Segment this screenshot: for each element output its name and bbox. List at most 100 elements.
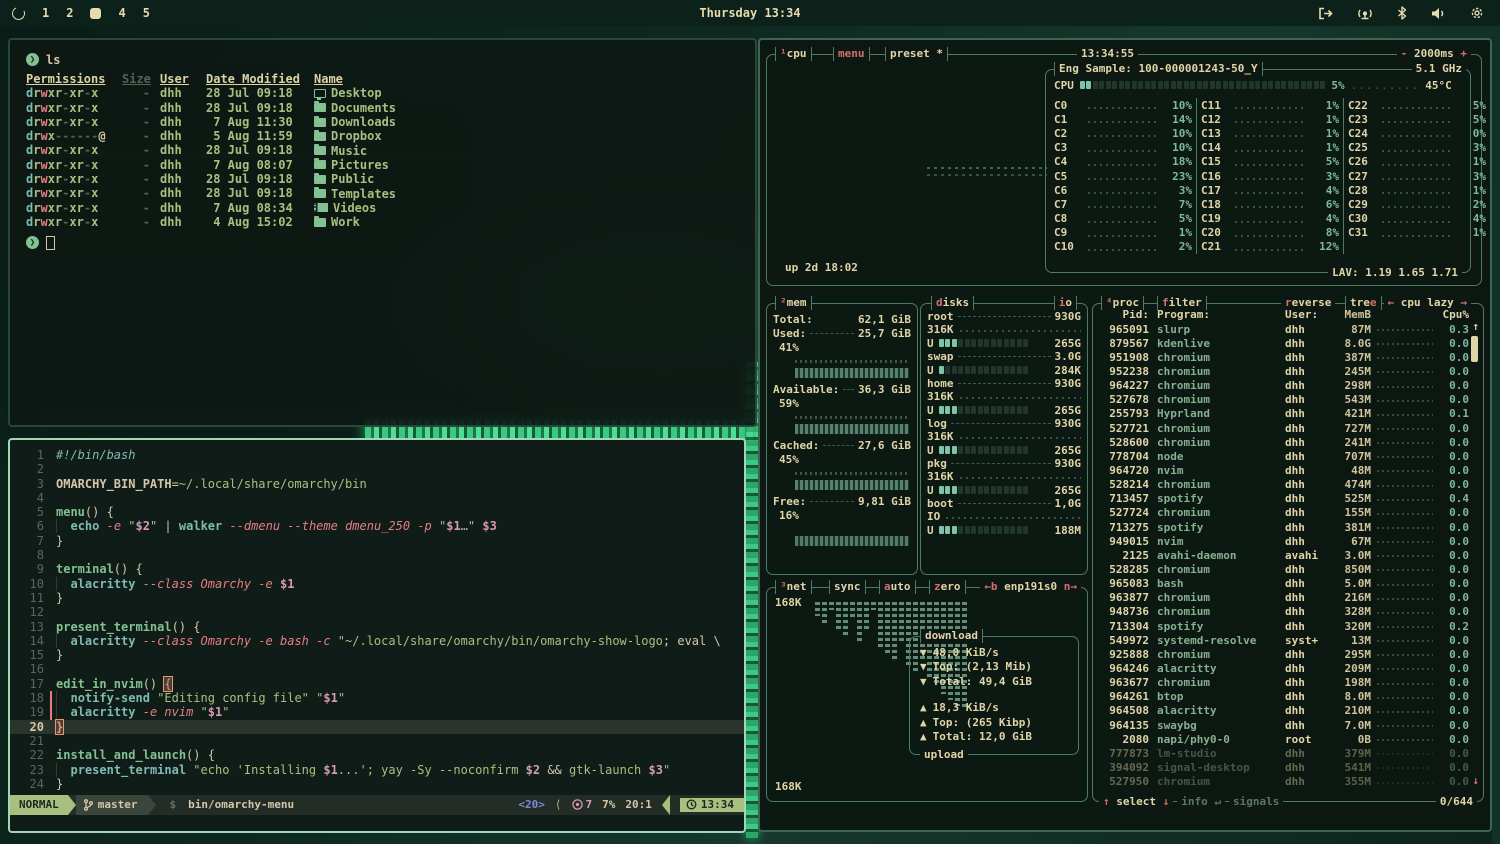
process-row[interactable]: 527678chromiumdhh543M0.0 bbox=[1101, 393, 1479, 407]
broadcast-icon[interactable] bbox=[1357, 7, 1373, 20]
process-row[interactable]: 949015nvimdhh67M0.0 bbox=[1101, 534, 1479, 548]
code-line[interactable]: 7} bbox=[10, 534, 744, 548]
process-row[interactable]: 713457spotifydhh525M0.4 bbox=[1101, 492, 1479, 506]
code-line[interactable]: 5menu() { bbox=[10, 505, 744, 519]
process-row[interactable]: 528285chromiumdhh850M0.0 bbox=[1101, 562, 1479, 576]
workspace-3-active[interactable] bbox=[90, 8, 101, 19]
code-line[interactable]: 17edit_in_nvim() { bbox=[10, 677, 744, 691]
proc-tree-button[interactable]: tree bbox=[1345, 296, 1382, 310]
gear-icon[interactable] bbox=[1470, 6, 1484, 20]
process-row[interactable]: 963877chromiumdhh216M0.0 bbox=[1101, 591, 1479, 605]
process-row[interactable]: 2125avahi-daemonavahi3.0M0.0 bbox=[1101, 548, 1479, 562]
proc-scrollbar[interactable] bbox=[1471, 336, 1478, 362]
process-row[interactable]: 964261btopdhh8.0M0.0 bbox=[1101, 690, 1479, 704]
process-row[interactable]: 2080napi/phy0-0root0B0.0 bbox=[1101, 732, 1479, 746]
process-row[interactable]: 964720nvimdhh48M0.0 bbox=[1101, 463, 1479, 477]
process-row[interactable]: 965083bashdhh5.0M0.0 bbox=[1101, 577, 1479, 591]
process-row[interactable]: 255793Hyprlanddhh421M0.1 bbox=[1101, 407, 1479, 421]
process-row[interactable]: 713304spotifydhh320M0.2 bbox=[1101, 619, 1479, 633]
code-buffer[interactable]: 1#!/bin/bash23OMARCHY_BIN_PATH=~/.local/… bbox=[10, 440, 744, 795]
process-row[interactable]: 549972systemd-resolvesyst+13M0.0 bbox=[1101, 633, 1479, 647]
net-sync-button[interactable]: sync bbox=[829, 580, 866, 594]
btop-preset-button[interactable]: preset * bbox=[885, 47, 948, 61]
code-line[interactable]: 2 bbox=[10, 462, 744, 476]
process-row[interactable]: 964508alacrittydhh210M0.0 bbox=[1101, 704, 1479, 718]
code-line[interactable]: 15} bbox=[10, 648, 744, 662]
code-line[interactable]: 16 bbox=[10, 662, 744, 676]
proc-filter-button[interactable]: filter bbox=[1157, 296, 1207, 310]
net-scale-bottom: 168K bbox=[775, 780, 802, 793]
btop-window[interactable]: ¹cpu menu preset * 13:34:55 - 2000ms + u… bbox=[758, 38, 1492, 832]
process-row[interactable]: 394092signal-desktopdhh541M0.0 bbox=[1101, 760, 1479, 774]
proc-scroll-down-icon[interactable]: ↓ bbox=[1472, 774, 1479, 787]
process-row[interactable]: 528600chromiumdhh241M0.0 bbox=[1101, 435, 1479, 449]
code-line[interactable]: 8 bbox=[10, 548, 744, 562]
process-list[interactable]: 965091slurpdhh87M0.3879567kdenlivedhh8.0… bbox=[1093, 322, 1483, 789]
process-row[interactable]: 879567kdenlivedhh8.0G0.0 bbox=[1101, 336, 1479, 350]
workspace-1[interactable]: 1 bbox=[42, 6, 49, 20]
code-line[interactable]: 3OMARCHY_BIN_PATH=~/.local/share/omarchy… bbox=[10, 477, 744, 491]
process-row[interactable]: 963677chromiumdhh198M0.0 bbox=[1101, 676, 1479, 690]
cpu-core-row: C010% bbox=[1054, 98, 1192, 112]
code-line[interactable]: 19▏ alacritty -e nvim "$1" bbox=[10, 705, 744, 719]
process-row[interactable]: 951908chromiumdhh387M0.0 bbox=[1101, 350, 1479, 364]
proc-sort-selector[interactable]: ← cpu lazy → bbox=[1384, 296, 1471, 310]
disks-panel-title[interactable]: disks bbox=[931, 296, 974, 310]
mem-entry: Cached:27,6 GiB bbox=[767, 438, 917, 452]
net-zero-button[interactable]: zero bbox=[929, 580, 966, 594]
code-line[interactable]: 1#!/bin/bash bbox=[10, 448, 744, 462]
net-interface-switch[interactable]: ←b enp191s0 n→ bbox=[980, 580, 1081, 594]
proc-reverse-button[interactable]: reverse bbox=[1281, 296, 1335, 310]
process-row[interactable]: 964246alacrittydhh209M0.0 bbox=[1101, 661, 1479, 675]
process-row[interactable]: 527724chromiumdhh155M0.0 bbox=[1101, 506, 1479, 520]
code-line[interactable]: 12 bbox=[10, 605, 744, 619]
code-line[interactable]: 9terminal() { bbox=[10, 562, 744, 576]
proc-select-buttons[interactable]: ↑ select ↓ bbox=[1099, 795, 1173, 809]
proc-scroll-up-icon[interactable]: ↑ bbox=[1472, 320, 1479, 333]
process-row[interactable]: 925888chromiumdhh295M0.0 bbox=[1101, 647, 1479, 661]
code-line[interactable]: 20} bbox=[10, 720, 744, 734]
terminal-window-ls[interactable]: ❯ ls PermissionsSizeUserDate ModifiedNam… bbox=[8, 38, 757, 427]
code-line[interactable]: 4 bbox=[10, 491, 744, 505]
net-auto-button[interactable]: auto bbox=[879, 580, 916, 594]
process-row[interactable]: 965091slurpdhh87M0.3 bbox=[1101, 322, 1479, 336]
process-row[interactable]: 527721chromiumdhh727M0.0 bbox=[1101, 421, 1479, 435]
code-line[interactable]: 10▏ alacritty --class Omarchy -e $1 bbox=[10, 577, 744, 591]
code-line[interactable]: 23▏ present_terminal "echo 'Installing $… bbox=[10, 763, 744, 777]
process-row[interactable]: 527950chromiumdhh355M0.0 bbox=[1101, 775, 1479, 789]
wallpaper-bottom-texture bbox=[0, 833, 1500, 844]
proc-info-button[interactable]: info ↵ bbox=[1177, 795, 1225, 809]
code-line[interactable]: 11} bbox=[10, 591, 744, 605]
code-line[interactable]: 22install_and_launch() { bbox=[10, 748, 744, 762]
editor-window-nvim[interactable]: 1#!/bin/bash23OMARCHY_BIN_PATH=~/.local/… bbox=[8, 438, 746, 833]
bluetooth-icon[interactable] bbox=[1397, 6, 1407, 20]
process-row[interactable]: 777873lm-studiodhh379M0.0 bbox=[1101, 746, 1479, 760]
cpu-core-row: C2112% bbox=[1201, 240, 1339, 254]
workspace-5[interactable]: 5 bbox=[143, 6, 150, 20]
code-line[interactable]: 18▏ notify-send "Editing config file" "$… bbox=[10, 691, 744, 705]
code-line[interactable]: 14▏ alacritty --class Omarchy -e bash -c… bbox=[10, 634, 744, 648]
process-row[interactable]: 964227chromiumdhh298M0.0 bbox=[1101, 379, 1479, 393]
code-line[interactable]: 13present_terminal() { bbox=[10, 620, 744, 634]
workspace-4[interactable]: 4 bbox=[118, 6, 125, 20]
code-line[interactable]: 6▏ echo -e "$2" | walker --dmenu --theme… bbox=[10, 519, 744, 533]
cpu-core-row: C77% bbox=[1054, 197, 1192, 211]
btop-menu-button[interactable]: menu bbox=[833, 47, 870, 61]
command-line[interactable] bbox=[10, 815, 744, 831]
workspace-2[interactable]: 2 bbox=[66, 6, 73, 20]
process-row[interactable]: 528214chromiumdhh474M0.0 bbox=[1101, 478, 1479, 492]
omarchy-logo-icon[interactable] bbox=[10, 5, 27, 22]
code-line[interactable]: 24} bbox=[10, 777, 744, 791]
process-row[interactable]: 952238chromiumdhh245M0.0 bbox=[1101, 364, 1479, 378]
proc-signals-button[interactable]: signals bbox=[1229, 795, 1283, 809]
process-row[interactable]: 948736chromiumdhh328M0.0 bbox=[1101, 605, 1479, 619]
process-row[interactable]: 964135swaybgdhh7.0M0.0 bbox=[1101, 718, 1479, 732]
io-mode-button[interactable]: io bbox=[1054, 296, 1077, 310]
code-line[interactable]: 21 bbox=[10, 734, 744, 748]
process-row[interactable]: 778704nodedhh707M0.0 bbox=[1101, 449, 1479, 463]
logout-icon[interactable] bbox=[1318, 7, 1333, 20]
process-row[interactable]: 713275spotifydhh381M0.0 bbox=[1101, 520, 1479, 534]
workspace-switcher: 1 2 4 5 bbox=[0, 6, 150, 20]
update-interval[interactable]: - 2000ms + bbox=[1397, 47, 1471, 61]
volume-icon[interactable] bbox=[1431, 7, 1446, 20]
